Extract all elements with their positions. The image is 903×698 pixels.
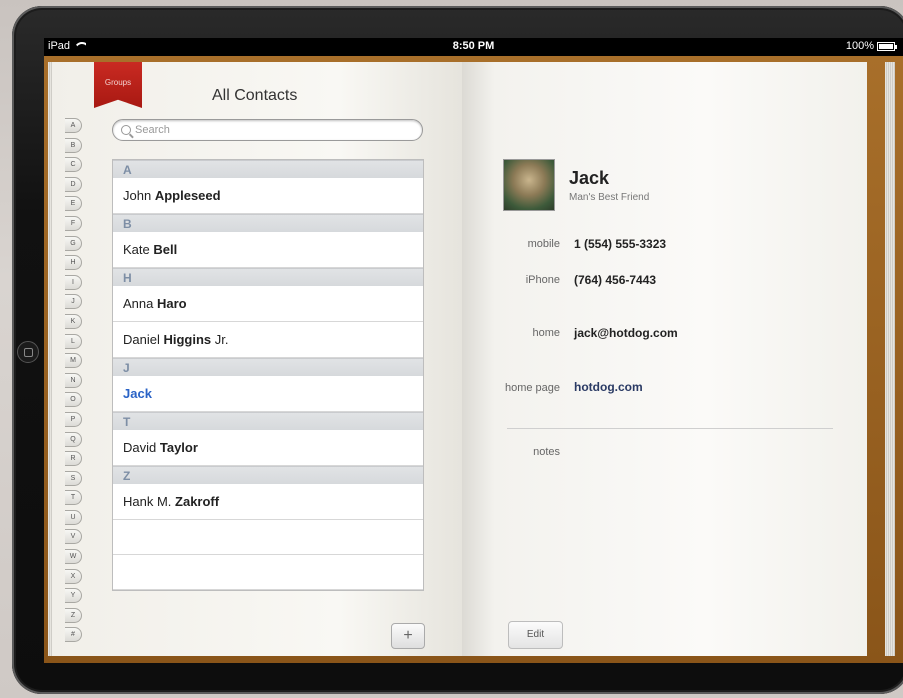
contact-row[interactable]: Hank M. Zakroff <box>113 484 423 520</box>
index-letter[interactable]: A <box>65 118 82 133</box>
contact-row[interactable]: David Taylor <box>113 430 423 466</box>
last-name: Jack <box>123 386 152 401</box>
homepage-link[interactable]: hotdog.com <box>574 380 643 394</box>
last-name: Zakroff <box>175 494 220 509</box>
index-letter[interactable]: T <box>65 490 82 506</box>
index-letter[interactable]: R <box>65 451 82 467</box>
index-letter[interactable]: E <box>65 196 82 212</box>
alphabet-index[interactable]: A B C D E F G H I J K L M N O P Q R S T U V W X Y Z # <box>65 118 85 647</box>
clock: 8:50 PM <box>452 40 495 52</box>
add-contact-button[interactable]: + <box>391 623 425 649</box>
home-button[interactable] <box>17 341 39 363</box>
battery-icon <box>877 41 897 51</box>
search-placeholder: Search <box>135 124 170 136</box>
contact-row[interactable]: Kate Bell <box>113 232 423 268</box>
last-name: Appleseed <box>154 188 221 203</box>
index-letter[interactable]: S <box>65 470 82 486</box>
last-name: Higgins <box>163 332 212 347</box>
section-header: J <box>113 358 423 376</box>
section-header: B <box>113 214 423 232</box>
contact-row[interactable]: Daniel Higgins Jr. <box>113 322 423 358</box>
field-label: home page <box>504 382 560 394</box>
first-name: Kate <box>123 242 150 257</box>
section-header: A <box>113 160 423 178</box>
first-name: Hank M. <box>123 494 172 509</box>
index-letter[interactable]: Q <box>65 431 82 447</box>
name-suffix: Jr. <box>211 332 229 347</box>
screen: iPad 8:50 PM 100% Groups All Contacts Se… <box>44 38 903 663</box>
index-letter[interactable]: X <box>65 568 82 584</box>
empty-row <box>113 520 423 555</box>
index-letter[interactable]: Y <box>65 588 82 604</box>
first-name: David <box>123 440 157 455</box>
last-name: Taylor <box>159 440 198 455</box>
contact-row[interactable]: Anna Haro <box>113 286 423 322</box>
index-letter[interactable]: F <box>65 215 82 231</box>
page-title: All Contacts <box>212 87 298 104</box>
avatar <box>503 159 555 211</box>
index-letter[interactable]: U <box>65 509 82 525</box>
section-header: H <box>113 268 423 286</box>
edit-button[interactable]: Edit <box>508 621 563 649</box>
first-name: Daniel <box>123 332 160 347</box>
index-letter[interactable]: H <box>65 255 82 271</box>
index-letter[interactable]: L <box>65 333 82 349</box>
first-name: John <box>123 188 152 203</box>
search-input[interactable]: Search <box>112 119 423 141</box>
index-letter[interactable]: # <box>65 627 82 643</box>
empty-row <box>113 555 423 590</box>
last-name: Bell <box>153 242 178 257</box>
index-letter[interactable]: B <box>65 137 82 153</box>
last-name: Haro <box>157 296 187 311</box>
contact-list: A John Appleseed B Kate Bell H Anna Haro Danie… <box>112 159 424 591</box>
index-letter[interactable]: I <box>65 274 82 290</box>
search-icon <box>121 125 131 135</box>
section-header: Z <box>113 466 423 484</box>
index-letter[interactable]: W <box>65 549 82 565</box>
battery-percent: 100% <box>845 40 874 52</box>
index-letter[interactable]: N <box>65 372 82 388</box>
right-page-edges <box>885 62 895 656</box>
contact-row[interactable]: John Appleseed <box>113 178 423 214</box>
divider <box>507 428 833 429</box>
index-letter[interactable]: M <box>65 353 82 369</box>
contact-subtitle: Man's Best Friend <box>569 192 650 203</box>
index-letter[interactable]: C <box>65 157 82 173</box>
section-header: T <box>113 412 423 430</box>
index-letter[interactable]: G <box>65 235 82 251</box>
first-name: Anna <box>123 296 154 311</box>
index-letter[interactable]: Z <box>65 607 82 623</box>
field-label: iPhone <box>525 274 560 286</box>
contact-row[interactable]: Jack <box>113 376 423 412</box>
email-value[interactable]: jack@hotdog.com <box>574 326 678 340</box>
mobile-value[interactable]: 1 (554) 555-3323 <box>574 237 666 251</box>
home-icon <box>23 347 33 357</box>
index-letter[interactable]: O <box>65 392 82 408</box>
field-label: mobile <box>527 238 560 250</box>
iphone-value[interactable]: (764) 456-7443 <box>574 273 656 287</box>
status-bar: iPad 8:50 PM 100% <box>44 38 903 56</box>
index-letter[interactable]: V <box>65 529 82 545</box>
contacts-page: Groups All Contacts Search ABCDEFGHIJKLM… <box>52 62 462 656</box>
contact-name: Jack <box>569 168 610 188</box>
index-letter[interactable]: D <box>65 176 82 192</box>
notes-label: notes <box>533 446 560 458</box>
groups-button[interactable]: Groups <box>94 62 142 108</box>
index-letter[interactable]: J <box>65 294 82 310</box>
contact-detail-page: Jack Man's Best Friend mobile 1 (554) 55… <box>462 62 867 656</box>
index-letter[interactable]: K <box>65 313 82 329</box>
address-book: Groups All Contacts Search ABCDEFGHIJKLM… <box>44 56 903 663</box>
index-letter[interactable]: P <box>65 411 82 427</box>
field-label: home <box>532 327 560 339</box>
